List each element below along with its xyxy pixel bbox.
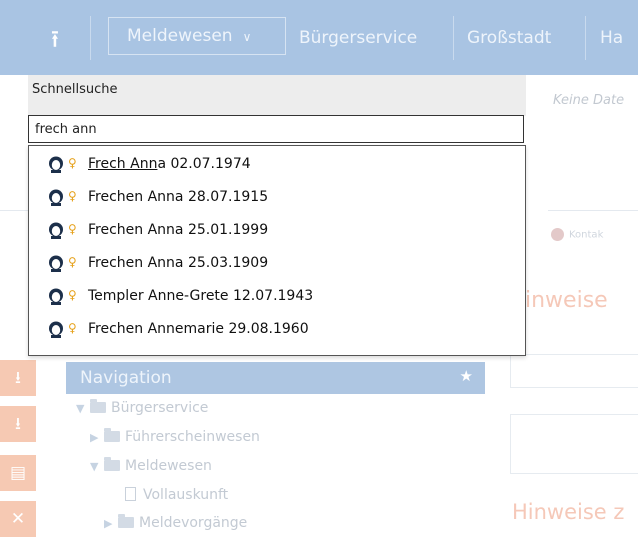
navigation-header: Navigation ★ (66, 362, 485, 394)
search-result-rest: Templer Anne-Grete 12.07.1943 (88, 288, 314, 304)
side-download-button-2[interactable]: ⭳ (0, 406, 36, 442)
folder-icon (118, 514, 134, 528)
download-icon: ⭳ (15, 414, 21, 434)
search-result-rest: Frechen Anna 25.01.1999 (88, 222, 269, 238)
divider (585, 16, 586, 60)
triangle-down-icon[interactable]: ▼ (90, 460, 104, 473)
search-results-dropdown: ♀ Frech Anna 02.07.1974 ♀ Frechen Anna 2… (28, 145, 526, 356)
search-result-label: Frechen Annemarie 29.08.1960 (88, 321, 309, 337)
female-symbol-icon: ♀ (68, 321, 77, 335)
quick-search-panel: Schnellsuche (28, 75, 526, 116)
folder-icon (104, 457, 120, 471)
upload-arrow-icon: ⭱ (50, 25, 60, 53)
search-result-item[interactable]: ♀ Frech Anna 02.07.1974 (29, 149, 525, 179)
tree-item-label: Bürgerservice (111, 400, 209, 416)
document-icon (125, 487, 136, 501)
female-symbol-icon: ♀ (68, 189, 77, 203)
hinweise-box (510, 354, 638, 388)
empty-data-text: Keine Date (553, 93, 625, 108)
folder-icon (90, 399, 106, 413)
hinweise-z-title: Hinweise z (512, 500, 625, 524)
person-avatar-icon (49, 255, 63, 272)
tree-item-meldevorgaenge[interactable]: ▶ Meldevorgänge (104, 514, 248, 531)
tree-item-label: Meldewesen (125, 458, 212, 474)
side-calendar-button[interactable]: ▤ (0, 455, 36, 491)
search-result-item[interactable]: ♀ Templer Anne-Grete 12.07.1943 (29, 281, 525, 311)
divider (90, 16, 91, 60)
search-result-item[interactable]: ♀ Frechen Anna 25.03.1909 (29, 248, 525, 278)
search-result-label: Frech Anna 02.07.1974 (88, 156, 251, 172)
search-result-label: Templer Anne-Grete 12.07.1943 (88, 288, 313, 304)
hinweise-box (510, 414, 638, 474)
kontakt-label: Kontak (569, 229, 604, 241)
tree-item-fuehrerscheinwesen[interactable]: ▶ Führerscheinwesen (90, 428, 260, 445)
search-result-label: Frechen Anna 25.03.1909 (88, 255, 268, 271)
kontakt-button[interactable]: Kontak (551, 228, 603, 241)
female-symbol-icon: ♀ (68, 288, 77, 302)
side-download-button[interactable]: ⭳ (0, 360, 36, 396)
home-button[interactable]: ⭱ (40, 24, 70, 54)
star-icon[interactable]: ★ (460, 367, 473, 385)
person-avatar-icon (49, 222, 63, 239)
search-result-label: Frechen Anna 25.01.1999 (88, 222, 268, 238)
download-icon: ⭳ (15, 368, 21, 388)
chevron-down-icon: ∨ (242, 30, 252, 44)
search-result-rest: Frechen Anna 25.03.1909 (88, 255, 269, 271)
calendar-icon: ▤ (9, 463, 27, 483)
tree-item-buergerservice[interactable]: ▼ Bürgerservice (76, 399, 209, 416)
tree-item-label: Vollauskunft (143, 487, 229, 503)
topnav-item-grossstadt[interactable]: Großstadt (467, 26, 551, 50)
quick-search-input[interactable] (28, 115, 524, 143)
person-avatar-icon (49, 156, 63, 173)
search-result-rest: Frechen Anna 28.07.1915 (88, 189, 269, 205)
search-result-rest: Frechen Annemarie 29.08.1960 (88, 321, 309, 337)
tree-item-vollauskunft[interactable]: Vollauskunft (125, 487, 228, 503)
triangle-right-icon[interactable]: ▶ (90, 431, 104, 444)
female-symbol-icon: ♀ (68, 255, 77, 269)
triangle-right-icon[interactable]: ▶ (104, 517, 118, 530)
kontakt-icon (551, 228, 564, 241)
side-pin-button[interactable]: ✕ (0, 501, 36, 537)
person-avatar-icon (49, 288, 63, 305)
tree-item-label: Meldevorgänge (139, 515, 248, 531)
quick-search-label: Schnellsuche (32, 82, 118, 97)
tree-item-label: Führerscheinwesen (125, 429, 260, 445)
search-result-rest: a 02.07.1974 (157, 156, 251, 172)
topnav-item-ha[interactable]: Ha (600, 26, 623, 50)
topnav-item-buergerservice[interactable]: Bürgerservice (299, 26, 417, 50)
pin-icon: ✕ (10, 509, 26, 529)
module-select-label: Meldewesen (127, 26, 233, 46)
top-bar: ⭱ Meldewesen ∨ Bürgerservice Großstadt Ha (0, 0, 638, 75)
tree-item-meldewesen[interactable]: ▼ Meldewesen (90, 457, 212, 474)
triangle-down-icon[interactable]: ▼ (76, 402, 90, 415)
navigation-title: Navigation (80, 368, 172, 388)
search-result-item[interactable]: ♀ Frechen Anna 25.01.1999 (29, 215, 525, 245)
search-result-match: Frech Ann (88, 156, 158, 172)
divider (453, 16, 454, 60)
female-symbol-icon: ♀ (68, 222, 77, 236)
folder-icon (104, 428, 120, 442)
module-select[interactable]: Meldewesen ∨ (108, 17, 286, 55)
search-result-item[interactable]: ♀ Frechen Annemarie 29.08.1960 (29, 314, 525, 344)
divider (548, 210, 638, 211)
divider (0, 210, 28, 211)
search-result-label: Frechen Anna 28.07.1915 (88, 189, 268, 205)
person-avatar-icon (49, 321, 63, 338)
female-symbol-icon: ♀ (68, 156, 77, 170)
hinweise-title: inweise (525, 288, 608, 313)
search-result-item[interactable]: ♀ Frechen Anna 28.07.1915 (29, 182, 525, 212)
person-avatar-icon (49, 189, 63, 206)
